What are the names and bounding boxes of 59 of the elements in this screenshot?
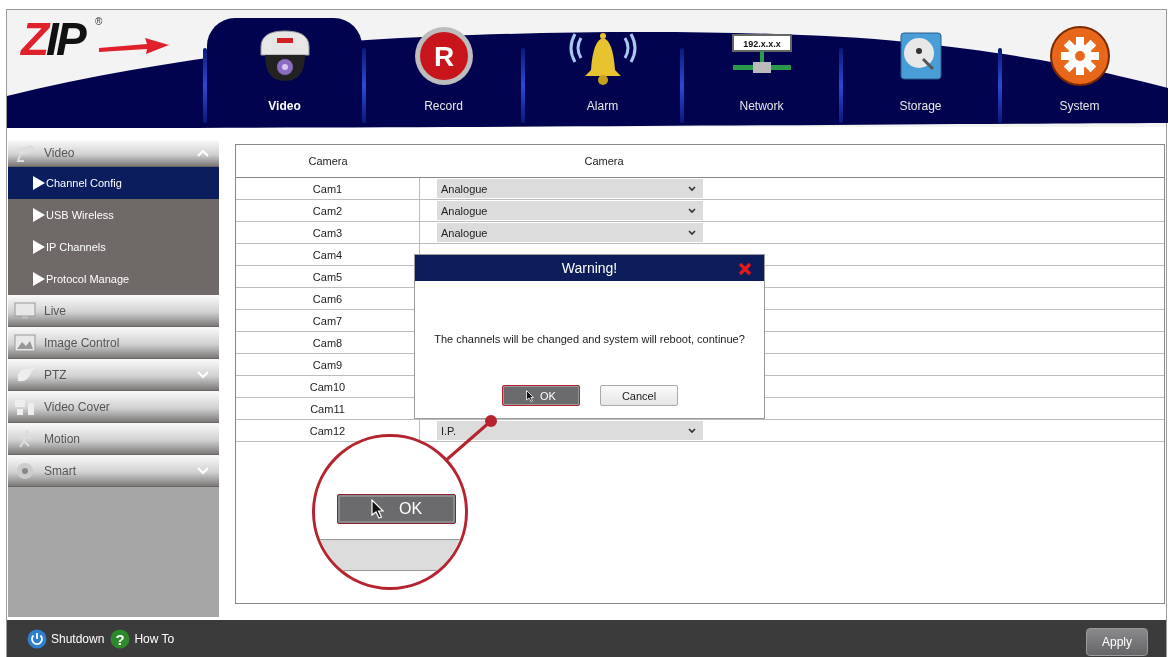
sidebar-item[interactable]: Smart <box>8 455 219 487</box>
nav-tab[interactable]: Alarm <box>525 18 680 127</box>
dialog-title: Warning! <box>561 260 618 276</box>
sidebar-icon <box>14 460 36 481</box>
sidebar-subitem[interactable]: Protocol Manage <box>8 263 219 295</box>
cursor-icon <box>370 499 385 519</box>
nav-tab[interactable]: Storage <box>843 18 998 127</box>
sidebar-subitem[interactable]: USB Wireless <box>8 199 219 231</box>
chevron-down-icon <box>688 185 696 192</box>
registered-mark: ® <box>95 16 103 27</box>
apply-button[interactable]: Apply <box>1086 628 1148 656</box>
camera-type-dropdown[interactable]: Analogue <box>437 179 703 198</box>
table-cell: Cam2 <box>236 200 420 221</box>
sidebar-icon <box>14 143 36 163</box>
column-header: Camera <box>583 154 625 169</box>
chevron-up-icon <box>197 149 209 157</box>
triangle-icon <box>33 240 45 254</box>
sidebar-subitem[interactable]: Channel Config <box>8 167 219 199</box>
sidebar-icon <box>14 300 36 321</box>
nav-tab[interactable]: 192.x.x.x Network <box>684 18 839 127</box>
table-cell: Cam3 <box>236 222 420 243</box>
nav-tab[interactable]: R Record <box>366 18 521 127</box>
hard-drive-icon <box>898 31 943 81</box>
footer-link[interactable]: Shutdown <box>51 631 105 646</box>
sidebar-icon <box>14 332 36 353</box>
dialog-message: The channels will be changed and system will reboot, continue? <box>433 333 746 345</box>
logo-text: ZIP <box>21 14 84 64</box>
footer-link[interactable]: How To <box>134 631 175 646</box>
camera-type-dropdown[interactable]: I.P. <box>437 421 703 440</box>
record-icon: R <box>412 25 475 87</box>
table-cell: Cam1 <box>236 178 420 199</box>
dialog-button[interactable]: Cancel <box>600 385 678 406</box>
sidebar-item[interactable]: Video <box>8 140 219 167</box>
camera-type-dropdown[interactable]: Analogue <box>437 201 703 220</box>
sidebar-item[interactable]: Live <box>8 295 219 327</box>
nav-tab[interactable]: System <box>1002 18 1157 127</box>
chevron-down-icon <box>197 466 209 475</box>
sidebar-item[interactable]: Video Cover <box>8 391 219 423</box>
close-icon <box>738 262 752 276</box>
triangle-icon <box>33 176 45 190</box>
arrow-icon <box>99 36 169 56</box>
sidebar-item[interactable]: Motion <box>8 423 219 455</box>
help-icon: ? <box>110 628 131 649</box>
column-header: Camera <box>307 154 349 169</box>
magnified-ok-button[interactable]: OK <box>337 494 456 524</box>
triangle-icon <box>33 272 45 286</box>
dialog-button[interactable]: OK <box>502 385 580 406</box>
power-icon <box>27 628 47 649</box>
sidebar-subitem[interactable]: IP Channels <box>8 231 219 263</box>
camera-type-dropdown[interactable]: Analogue <box>437 223 703 242</box>
chevron-down-icon <box>197 370 209 379</box>
triangle-icon <box>33 208 45 222</box>
sidebar-item[interactable]: PTZ <box>8 359 219 391</box>
chevron-down-icon <box>688 207 696 214</box>
sidebar-item[interactable]: Image Control <box>8 327 219 359</box>
chevron-down-icon <box>688 229 696 236</box>
chevron-down-icon <box>688 427 696 434</box>
gear-icon <box>1048 25 1111 87</box>
cursor-icon <box>526 389 535 402</box>
